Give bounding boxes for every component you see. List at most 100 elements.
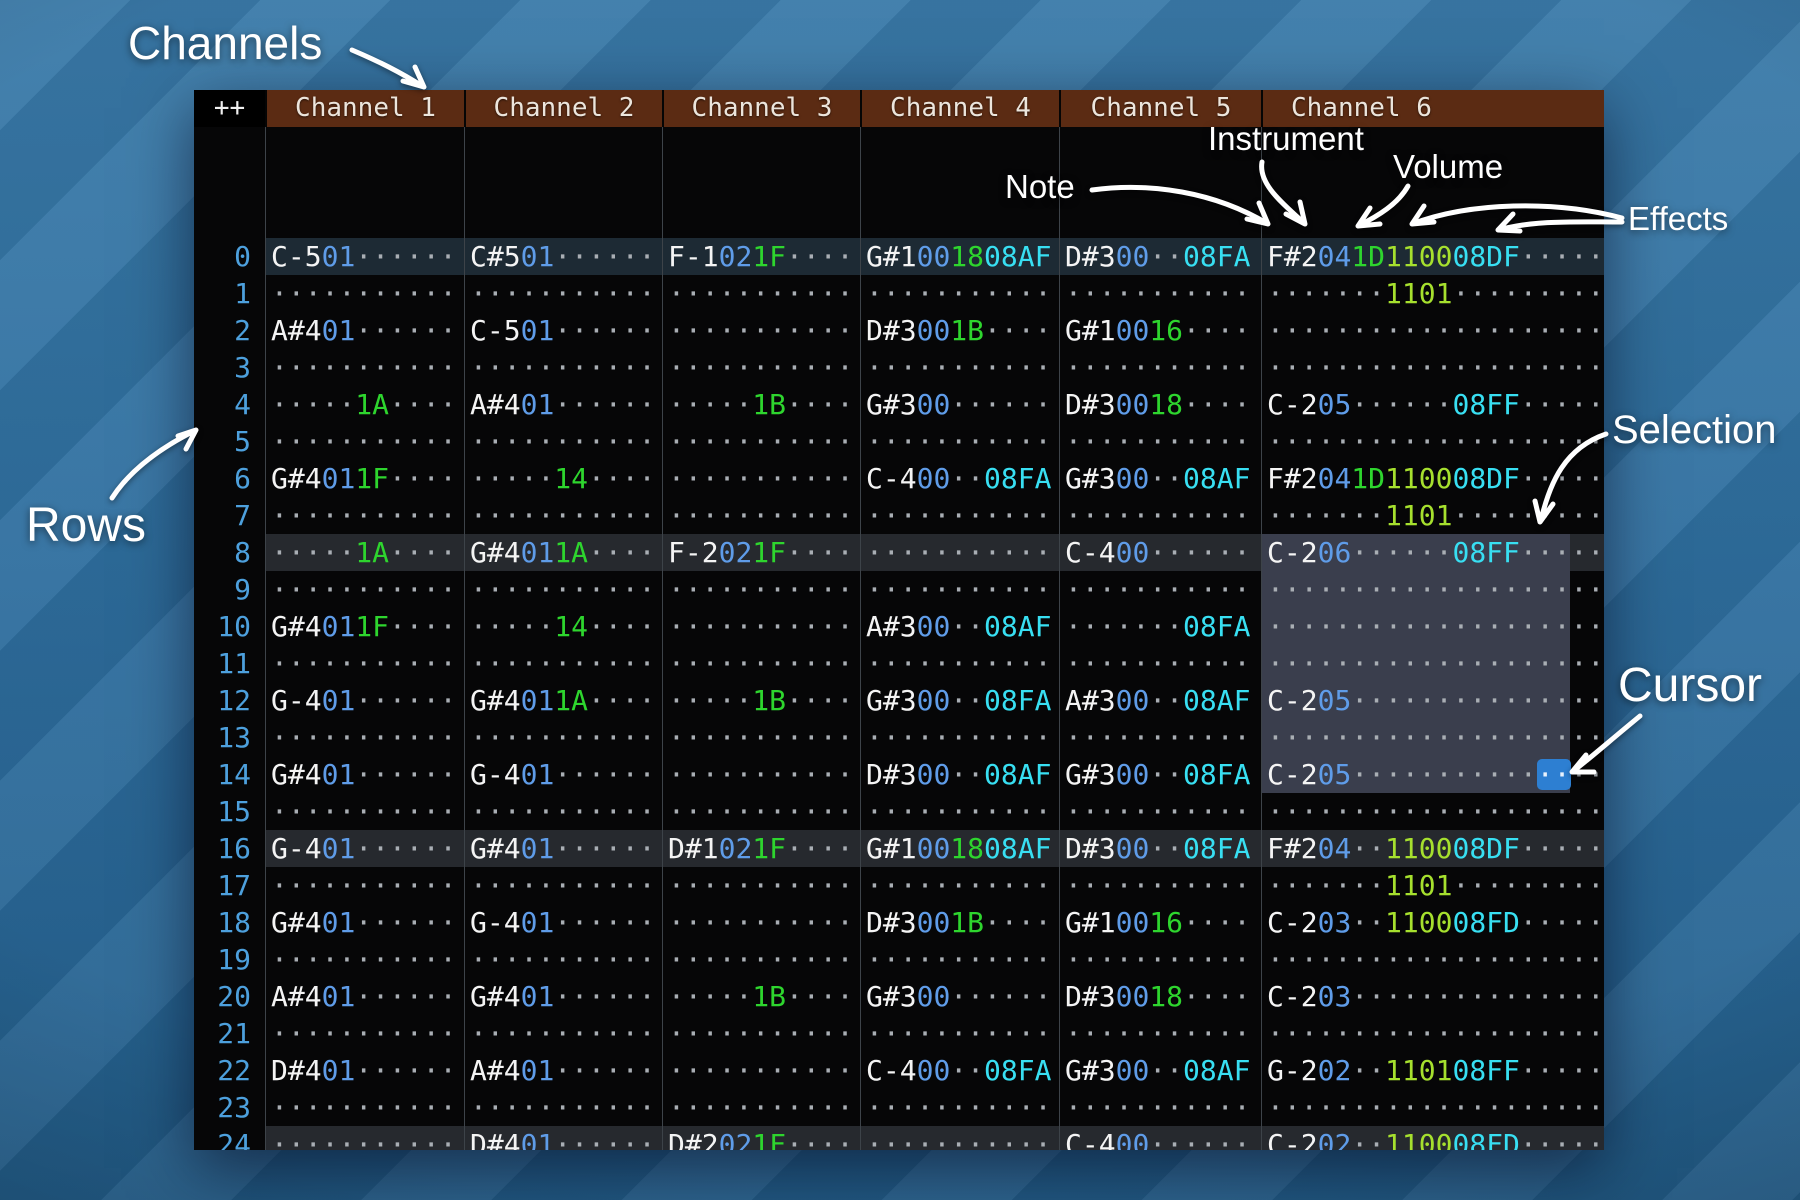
- cell-r16-ch3[interactable]: D#1021F····: [662, 830, 860, 867]
- cell-r10-ch3[interactable]: ···········: [662, 608, 860, 645]
- row-number[interactable]: 2: [194, 312, 265, 349]
- cell-r8-ch2[interactable]: G#4011A····: [464, 534, 662, 571]
- cell-r14-ch5[interactable]: G#300··08FA: [1059, 756, 1261, 793]
- cell-r2-ch6[interactable]: ····················: [1261, 312, 1604, 349]
- cell-r5-ch3[interactable]: ···········: [662, 423, 860, 460]
- cell-r19-ch4[interactable]: ···········: [860, 941, 1059, 978]
- channel-header-4[interactable]: Channel 4: [860, 90, 1059, 127]
- cell-r19-ch5[interactable]: ···········: [1059, 941, 1261, 978]
- cell-r3-ch2[interactable]: ···········: [464, 349, 662, 386]
- cell-r2-ch1[interactable]: A#401······: [265, 312, 464, 349]
- cell-r9-ch6[interactable]: ····················: [1261, 571, 1604, 608]
- cell-r0-ch6[interactable]: F#2041D110008DF·····: [1261, 238, 1604, 275]
- cell-r4-ch5[interactable]: D#30018····: [1059, 386, 1261, 423]
- cell-r3-ch5[interactable]: ···········: [1059, 349, 1261, 386]
- row-number[interactable]: 16: [194, 830, 265, 867]
- cell-r15-ch1[interactable]: ···········: [265, 793, 464, 830]
- row-number[interactable]: 8: [194, 534, 265, 571]
- cell-r5-ch6[interactable]: ····················: [1261, 423, 1604, 460]
- row-number[interactable]: 1: [194, 275, 265, 312]
- cell-r23-ch5[interactable]: ···········: [1059, 1089, 1261, 1126]
- row-number[interactable]: 23: [194, 1089, 265, 1126]
- row-number[interactable]: 18: [194, 904, 265, 941]
- cell-r17-ch1[interactable]: ···········: [265, 867, 464, 904]
- cell-r20-ch6[interactable]: C-203···············: [1261, 978, 1604, 1015]
- cell-r16-ch5[interactable]: D#300··08FA: [1059, 830, 1261, 867]
- cell-r1-ch5[interactable]: ···········: [1059, 275, 1261, 312]
- cell-r5-ch1[interactable]: ···········: [265, 423, 464, 460]
- cell-r2-ch4[interactable]: D#3001B····: [860, 312, 1059, 349]
- cell-r23-ch4[interactable]: ···········: [860, 1089, 1059, 1126]
- cell-r15-ch3[interactable]: ···········: [662, 793, 860, 830]
- cell-r24-ch1[interactable]: ···········: [265, 1126, 464, 1150]
- cell-r8-ch6[interactable]: C-206······08FF·····: [1261, 534, 1604, 571]
- cell-r16-ch2[interactable]: G#401······: [464, 830, 662, 867]
- cell-r5-ch5[interactable]: ···········: [1059, 423, 1261, 460]
- cell-r14-ch3[interactable]: ···········: [662, 756, 860, 793]
- cell-r24-ch3[interactable]: D#2021F····: [662, 1126, 860, 1150]
- cell-r8-ch3[interactable]: F-2021F····: [662, 534, 860, 571]
- cell-r23-ch6[interactable]: ····················: [1261, 1089, 1604, 1126]
- cell-r9-ch1[interactable]: ···········: [265, 571, 464, 608]
- cell-r4-ch3[interactable]: ·····1B····: [662, 386, 860, 423]
- cell-r12-ch6[interactable]: C-205···············: [1261, 682, 1604, 719]
- cell-r3-ch1[interactable]: ···········: [265, 349, 464, 386]
- cell-r9-ch5[interactable]: ···········: [1059, 571, 1261, 608]
- cell-r15-ch6[interactable]: ····················: [1261, 793, 1604, 830]
- cell-r19-ch6[interactable]: ····················: [1261, 941, 1604, 978]
- cell-r22-ch1[interactable]: D#401······: [265, 1052, 464, 1089]
- cell-r0-ch1[interactable]: C-501······: [265, 238, 464, 275]
- header-corner-cell[interactable]: ++: [194, 90, 265, 127]
- cell-r19-ch2[interactable]: ···········: [464, 941, 662, 978]
- row-number[interactable]: 20: [194, 978, 265, 1015]
- cell-r24-ch5[interactable]: C-400······: [1059, 1126, 1261, 1150]
- cell-r10-ch2[interactable]: ·····14····: [464, 608, 662, 645]
- cell-r0-ch2[interactable]: C#501······: [464, 238, 662, 275]
- cell-r14-ch6[interactable]: C-205···············: [1261, 756, 1604, 793]
- cell-r13-ch4[interactable]: ···········: [860, 719, 1059, 756]
- cell-r6-ch5[interactable]: G#300··08AF: [1059, 460, 1261, 497]
- cell-r4-ch1[interactable]: ·····1A····: [265, 386, 464, 423]
- cell-r13-ch6[interactable]: ····················: [1261, 719, 1604, 756]
- cell-r22-ch2[interactable]: A#401······: [464, 1052, 662, 1089]
- cell-r7-ch4[interactable]: ···········: [860, 497, 1059, 534]
- cell-r1-ch3[interactable]: ···········: [662, 275, 860, 312]
- row-number[interactable]: 7: [194, 497, 265, 534]
- cell-r6-ch6[interactable]: F#2041D110008DF·····: [1261, 460, 1604, 497]
- cell-r2-ch5[interactable]: G#10016····: [1059, 312, 1261, 349]
- cell-r10-ch4[interactable]: A#300··08AF: [860, 608, 1059, 645]
- cell-r24-ch6[interactable]: C-202··110008FD·····: [1261, 1126, 1604, 1150]
- cell-r18-ch1[interactable]: G#401······: [265, 904, 464, 941]
- cell-r6-ch2[interactable]: ·····14····: [464, 460, 662, 497]
- row-number[interactable]: 4: [194, 386, 265, 423]
- cell-r18-ch4[interactable]: D#3001B····: [860, 904, 1059, 941]
- row-number[interactable]: 10: [194, 608, 265, 645]
- cell-r11-ch1[interactable]: ···········: [265, 645, 464, 682]
- cell-r18-ch6[interactable]: C-203··110008FD·····: [1261, 904, 1604, 941]
- row-number[interactable]: 13: [194, 719, 265, 756]
- cell-r23-ch3[interactable]: ···········: [662, 1089, 860, 1126]
- row-number[interactable]: 9: [194, 571, 265, 608]
- row-number[interactable]: 22: [194, 1052, 265, 1089]
- cell-r7-ch1[interactable]: ···········: [265, 497, 464, 534]
- cell-r1-ch1[interactable]: ···········: [265, 275, 464, 312]
- cell-r11-ch2[interactable]: ···········: [464, 645, 662, 682]
- cell-r15-ch5[interactable]: ···········: [1059, 793, 1261, 830]
- cell-r21-ch5[interactable]: ···········: [1059, 1015, 1261, 1052]
- cell-r17-ch6[interactable]: ·······1101·········: [1261, 867, 1604, 904]
- cell-r14-ch4[interactable]: D#300··08AF: [860, 756, 1059, 793]
- cell-r20-ch5[interactable]: D#30018····: [1059, 978, 1261, 1015]
- cell-r10-ch1[interactable]: G#4011F····: [265, 608, 464, 645]
- cell-r12-ch1[interactable]: G-401······: [265, 682, 464, 719]
- cell-r17-ch3[interactable]: ···········: [662, 867, 860, 904]
- cell-r21-ch4[interactable]: ···········: [860, 1015, 1059, 1052]
- cell-r23-ch2[interactable]: ···········: [464, 1089, 662, 1126]
- cell-r20-ch4[interactable]: G#300······: [860, 978, 1059, 1015]
- cell-r12-ch4[interactable]: G#300··08FA: [860, 682, 1059, 719]
- cell-r14-ch2[interactable]: G-401······: [464, 756, 662, 793]
- cell-r18-ch3[interactable]: ···········: [662, 904, 860, 941]
- cell-r7-ch2[interactable]: ···········: [464, 497, 662, 534]
- cell-r4-ch6[interactable]: C-205······08FF·····: [1261, 386, 1604, 423]
- cell-r10-ch6[interactable]: ····················: [1261, 608, 1604, 645]
- cell-r12-ch3[interactable]: ·····1B····: [662, 682, 860, 719]
